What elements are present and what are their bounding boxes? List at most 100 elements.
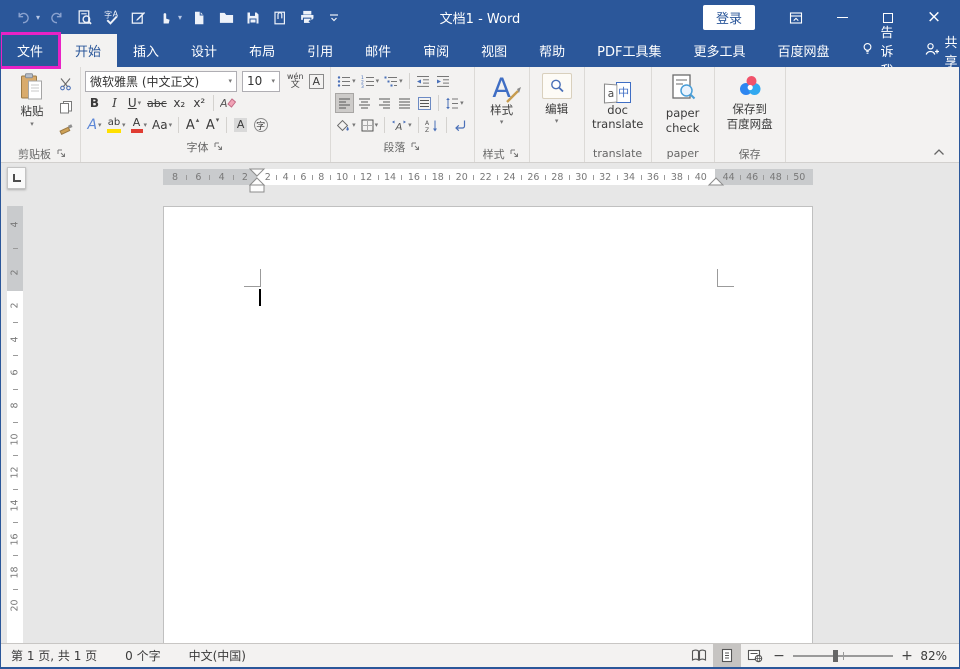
save-icon[interactable] (243, 7, 263, 29)
tab-mailings[interactable]: 邮件 (349, 34, 407, 67)
ruler-number: 36 (647, 172, 659, 183)
tab-more-tools[interactable]: 更多工具 (677, 34, 761, 67)
page-info[interactable]: 第 1 页, 共 1 页 (11, 647, 97, 664)
open-folder-icon[interactable] (216, 7, 236, 29)
tab-baidu-pan[interactable]: 百度网盘 (762, 34, 846, 67)
multilevel-list-icon[interactable]: ▾ (382, 71, 405, 91)
show-hide-marks-icon[interactable] (451, 115, 470, 135)
paper-check-button[interactable]: paper check (656, 70, 710, 145)
character-shading-icon[interactable]: A (231, 115, 250, 135)
ribbon-display-options-icon[interactable] (781, 5, 811, 31)
vertical-ruler[interactable]: 42 2468101214161820 (7, 206, 23, 643)
enclose-characters-icon[interactable]: 字 (251, 115, 270, 135)
zoom-level[interactable]: 82% (917, 649, 959, 663)
edit-icon[interactable] (128, 7, 148, 29)
align-right-icon[interactable] (375, 93, 394, 113)
touch-mode-icon[interactable] (155, 7, 175, 29)
share-button[interactable]: 共享 (908, 34, 960, 67)
copy-icon[interactable] (56, 97, 75, 117)
strikethrough-button[interactable]: abc (145, 93, 169, 113)
paste-button[interactable]: 粘贴 ▾ (9, 70, 55, 145)
tab-review[interactable]: 审阅 (407, 34, 465, 67)
shrink-font-icon[interactable]: A▾ (203, 115, 222, 135)
sort-icon[interactable]: AZ (423, 115, 442, 135)
customize-toolbar-icon[interactable] (324, 7, 344, 29)
increase-indent-icon[interactable] (434, 71, 453, 91)
tab-insert[interactable]: 插入 (117, 34, 175, 67)
tab-home[interactable]: 开始 (59, 34, 117, 67)
left-indent-markers[interactable] (249, 168, 267, 194)
asian-layout-icon[interactable]: A▾ (389, 115, 414, 135)
web-layout-icon[interactable] (741, 644, 769, 667)
word-count[interactable]: 0 个字 (125, 647, 160, 664)
highlight-color-icon[interactable]: ab▾ (105, 115, 128, 135)
print-preview-icon[interactable] (74, 7, 94, 29)
print-layout-icon[interactable] (713, 644, 741, 667)
bullets-icon[interactable]: ▾ (335, 71, 358, 91)
styles-button[interactable]: A 样式 ▾ (479, 70, 525, 145)
tab-help[interactable]: 帮助 (523, 34, 581, 67)
underline-button[interactable]: U▾ (125, 93, 144, 113)
decrease-indent-icon[interactable] (414, 71, 433, 91)
phonetic-guide-icon[interactable]: wén文 (285, 71, 306, 91)
doc-translate-button[interactable]: a中 doc translate (589, 70, 647, 145)
character-border-icon[interactable]: A (307, 71, 327, 91)
align-center-icon[interactable] (355, 93, 374, 113)
justify-icon[interactable] (395, 93, 414, 113)
tab-pdf-tools[interactable]: PDF工具集 (581, 34, 677, 67)
close-button[interactable]: × (919, 5, 949, 31)
tab-view[interactable]: 视图 (465, 34, 523, 67)
zoom-out-button[interactable]: − (769, 648, 789, 664)
tab-file[interactable]: 文件 (1, 34, 59, 67)
grow-font-icon[interactable]: A▴ (183, 115, 202, 135)
font-color-icon[interactable]: A▾ (129, 115, 150, 135)
distribute-icon[interactable] (415, 93, 434, 113)
tab-references[interactable]: 引用 (291, 34, 349, 67)
tab-design[interactable]: 设计 (175, 34, 233, 67)
superscript-button[interactable]: x² (190, 93, 209, 113)
font-size-combo[interactable]: 10▾ (242, 71, 280, 92)
cut-icon[interactable] (56, 74, 75, 94)
styles-dialog-launcher-icon[interactable] (509, 148, 521, 160)
font-dialog-launcher-icon[interactable] (213, 141, 225, 153)
document-page[interactable] (163, 206, 813, 643)
minimize-button[interactable] (827, 5, 857, 31)
bold-button[interactable]: B (85, 93, 104, 113)
tab-layout[interactable]: 布局 (233, 34, 291, 67)
zoom-in-button[interactable]: + (897, 648, 917, 664)
change-case-button[interactable]: Aa▾ (150, 115, 174, 135)
right-indent-marker[interactable] (708, 177, 726, 187)
line-spacing-icon[interactable]: ▾ (443, 93, 466, 113)
editing-button[interactable]: 编辑 ▾ (534, 70, 580, 145)
format-painter-icon[interactable] (56, 121, 75, 141)
read-mode-icon[interactable] (685, 644, 713, 667)
collapse-ribbon-icon[interactable] (931, 146, 947, 158)
numbering-icon[interactable]: 123▾ (359, 71, 382, 91)
tab-tell-me[interactable]: 告诉我 (846, 34, 908, 67)
align-left-icon[interactable] (335, 93, 354, 113)
undo-caret-icon[interactable]: ▾ (36, 13, 40, 22)
undo-icon[interactable] (13, 7, 33, 29)
quick-print-icon[interactable] (297, 7, 317, 29)
paragraph-dialog-launcher-icon[interactable] (409, 141, 421, 153)
subscript-button[interactable]: x₂ (170, 93, 189, 113)
spelling-check-icon[interactable]: 字A (101, 7, 121, 29)
redo-icon[interactable] (47, 7, 67, 29)
clear-formatting-icon[interactable]: A (218, 93, 238, 113)
font-name-combo[interactable]: 微软雅黑 (中文正文)▾ (85, 71, 237, 92)
clipboard-dialog-launcher-icon[interactable] (55, 148, 67, 160)
zoom-slider[interactable] (793, 655, 893, 657)
login-button[interactable]: 登录 (703, 5, 755, 30)
touch-mode-caret-icon[interactable]: ▾ (178, 13, 182, 22)
zoom-slider-thumb[interactable] (833, 650, 838, 662)
text-effects-icon[interactable]: A▾ (85, 115, 104, 135)
borders-icon[interactable]: ▾ (359, 115, 381, 135)
shading-icon[interactable]: ▾ (335, 115, 358, 135)
new-document-icon[interactable] (189, 7, 209, 29)
ruler-number: 2 (9, 269, 20, 275)
italic-button[interactable]: I (105, 93, 124, 113)
tab-stop-selector[interactable] (7, 167, 26, 189)
language-indicator[interactable]: 中文(中国) (189, 647, 246, 664)
baidu-save-button[interactable]: 保存到 百度网盘 (719, 70, 781, 145)
email-icon[interactable] (270, 7, 290, 29)
